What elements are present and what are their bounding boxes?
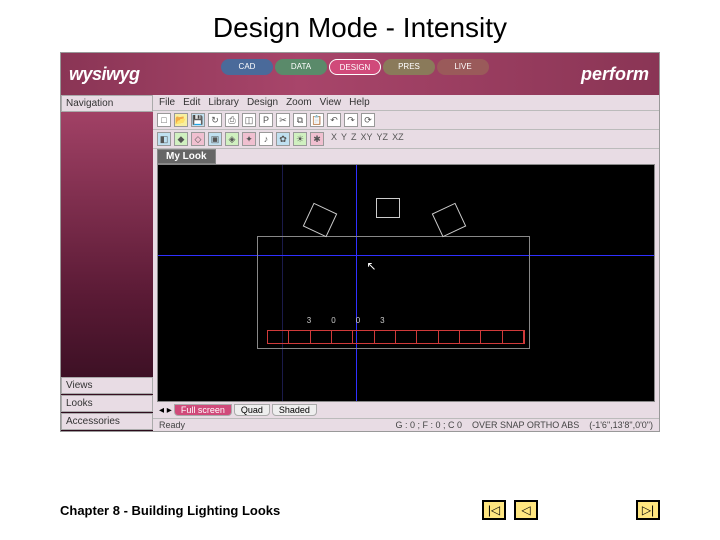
mode-tab-data[interactable]: DATA [275, 59, 327, 75]
axis-z[interactable]: Z [351, 132, 357, 146]
slide-footer: Chapter 8 - Building Lighting Looks |◁ ◁… [0, 490, 720, 540]
app-header: wysiwyg CAD DATA DESIGN PRES LIVE perfor… [61, 53, 659, 95]
menu-view[interactable]: View [320, 97, 342, 108]
nav-prev-button[interactable]: ◁ [514, 500, 538, 520]
menu-zoom[interactable]: Zoom [286, 97, 312, 108]
shape4-icon[interactable]: ◈ [225, 132, 239, 146]
redo-icon[interactable]: ↷ [344, 113, 358, 127]
save-icon[interactable]: 💾 [191, 113, 205, 127]
sidebar-navigation[interactable]: Navigation [61, 95, 153, 112]
axis-yz[interactable]: YZ [377, 132, 389, 146]
truss-bar[interactable] [267, 330, 525, 344]
menu-library[interactable]: Library [208, 97, 239, 108]
mode-tab-cad[interactable]: CAD [221, 59, 273, 75]
paste-icon[interactable]: 📋 [310, 113, 324, 127]
sidebar-views[interactable]: Views [61, 377, 153, 394]
light-fixture-1[interactable] [303, 203, 338, 238]
menu-help[interactable]: Help [349, 97, 370, 108]
rotate-icon[interactable]: ⟳ [361, 113, 375, 127]
toolbar-1: □ 📂 💾 ↻ ⎙ ◫ P ✂ ⧉ 📋 ↶ ↷ ⟳ [153, 111, 659, 130]
light-fixture-3[interactable] [431, 203, 466, 238]
view-tab-mylook[interactable]: My Look [157, 149, 216, 164]
status-coords2: (-1'6",13'8",0'0") [589, 420, 653, 430]
cursor-icon: ↖ [366, 259, 376, 273]
copy-icon[interactable]: ⧉ [293, 113, 307, 127]
shape2-icon[interactable]: ◇ [191, 132, 205, 146]
mode-tab-design[interactable]: DESIGN [329, 59, 381, 75]
preview-icon[interactable]: ◫ [242, 113, 256, 127]
sidebar: Navigation Views Looks Accessories [61, 95, 153, 431]
tab-fullscreen[interactable]: Full screen [174, 404, 232, 416]
slide-title: Design Mode - Intensity [0, 0, 720, 52]
light-fixture-2[interactable] [376, 198, 400, 218]
shape3-icon[interactable]: ▣ [208, 132, 222, 146]
shape6-icon[interactable]: ♪ [259, 132, 273, 146]
menu-design[interactable]: Design [247, 97, 278, 108]
undo-icon[interactable]: ↶ [327, 113, 341, 127]
nav-rewind-button[interactable]: |◁ [482, 500, 506, 520]
shape8-icon[interactable]: ☀ [293, 132, 307, 146]
shape9-icon[interactable]: ✱ [310, 132, 324, 146]
tab-quad[interactable]: Quad [234, 404, 270, 416]
truss-num: 0 [331, 316, 335, 325]
open-icon[interactable]: 📂 [174, 113, 188, 127]
tab-shaded[interactable]: Shaded [272, 404, 317, 416]
app-screenshot: wysiwyg CAD DATA DESIGN PRES LIVE perfor… [60, 52, 660, 432]
shape1-icon[interactable]: ◆ [174, 132, 188, 146]
axis-y[interactable]: Y [341, 132, 347, 146]
bottom-tabs: ◂ ▸ Full screen Quad Shaded [153, 402, 659, 418]
shape5-icon[interactable]: ✦ [242, 132, 256, 146]
refresh-icon[interactable]: ↻ [208, 113, 222, 127]
axis-x[interactable]: X [331, 132, 337, 146]
cut-icon[interactable]: ✂ [276, 113, 290, 127]
truss-num: 0 [356, 316, 360, 325]
print-icon[interactable]: ⎙ [225, 113, 239, 127]
mode-tabs: CAD DATA DESIGN PRES LIVE [221, 59, 489, 75]
menu-bar: File Edit Library Design Zoom View Help [153, 95, 659, 111]
sidebar-accessories[interactable]: Accessories [61, 413, 153, 430]
mode-tab-live[interactable]: LIVE [437, 59, 489, 75]
axis-xy[interactable]: XY [361, 132, 373, 146]
status-bar: Ready G : 0 ; F : 0 ; C 0 OVER SNAP ORTH… [153, 418, 659, 431]
truss-num: 3 [307, 316, 311, 325]
axis-labels: X Y Z XY YZ XZ [327, 132, 408, 146]
logo-wysiwyg: wysiwyg [69, 64, 140, 85]
shape7-icon[interactable]: ✿ [276, 132, 290, 146]
cube-icon[interactable]: ◧ [157, 132, 171, 146]
status-coords1: G : 0 ; F : 0 ; C 0 [395, 420, 462, 430]
truss-num: 3 [380, 316, 384, 325]
design-canvas[interactable]: ↖ 3 0 0 3 [157, 164, 655, 402]
menu-edit[interactable]: Edit [183, 97, 200, 108]
status-ready: Ready [159, 420, 185, 430]
logo-perform: perform [581, 64, 649, 85]
menu-file[interactable]: File [159, 97, 175, 108]
toolbar-2: ◧ ◆ ◇ ▣ ◈ ✦ ♪ ✿ ☀ ✱ X Y Z XY YZ [153, 130, 659, 149]
sidebar-looks[interactable]: Looks [61, 395, 153, 412]
tool-icon[interactable]: P [259, 113, 273, 127]
status-flags: OVER SNAP ORTHO ABS [472, 420, 579, 430]
nav-next-button[interactable]: ▷| [636, 500, 660, 520]
new-icon[interactable]: □ [157, 113, 171, 127]
chapter-label: Chapter 8 - Building Lighting Looks [60, 503, 280, 518]
mode-tab-pres[interactable]: PRES [383, 59, 435, 75]
truss-labels: 3 0 0 3 [307, 316, 385, 325]
axis-xz[interactable]: XZ [392, 132, 404, 146]
